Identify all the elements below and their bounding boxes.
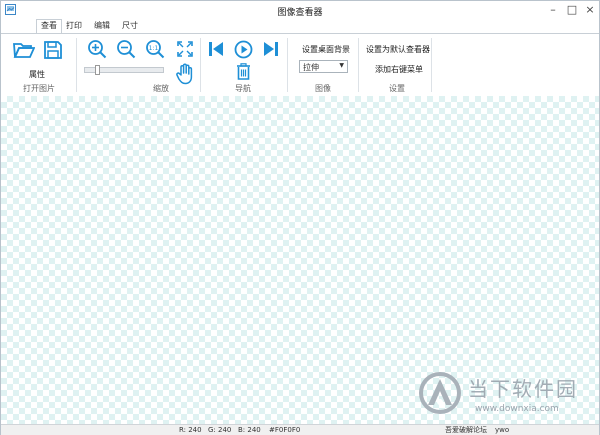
- add-context-menu-button[interactable]: 添加右键菜单: [375, 64, 423, 75]
- group-divider: [431, 38, 432, 92]
- status-red: R: 240: [179, 426, 202, 434]
- pan-hand-icon[interactable]: [175, 63, 195, 85]
- group-label-settings: 设置: [389, 84, 405, 93]
- previous-icon[interactable]: [208, 41, 224, 57]
- fit-screen-icon[interactable]: [177, 41, 193, 57]
- group-label-navigation: 导航: [235, 84, 251, 93]
- group-divider: [76, 38, 77, 92]
- save-icon[interactable]: [43, 40, 63, 60]
- window-title: 图像查看器: [277, 8, 323, 18]
- properties-button[interactable]: 属性: [29, 69, 45, 80]
- watermark-text: 当下软件园: [468, 377, 578, 401]
- delete-icon[interactable]: [236, 63, 251, 80]
- status-green: G: 240: [208, 426, 232, 434]
- watermark-logo-icon: [419, 372, 461, 414]
- group-label-image: 图像: [315, 84, 331, 93]
- close-button[interactable]: ×: [581, 1, 599, 19]
- set-wallpaper-button[interactable]: 设置桌面背景: [302, 44, 350, 55]
- status-blue: B: 240: [238, 426, 261, 434]
- status-hex: #F0F0F0: [269, 426, 301, 434]
- stretch-select[interactable]: 拉伸 ▼: [299, 60, 348, 73]
- actual-size-icon[interactable]: 1:1: [145, 39, 165, 59]
- chevron-down-icon: ▼: [339, 62, 344, 69]
- folder-open-icon[interactable]: [13, 41, 35, 59]
- maximize-button[interactable]: □: [563, 1, 581, 19]
- minimize-button[interactable]: –: [544, 1, 562, 19]
- set-default-viewer-button[interactable]: 设置为默认查看器: [366, 44, 430, 55]
- group-label-zoom: 缩放: [153, 84, 169, 93]
- tab-edit[interactable]: 编辑: [91, 20, 113, 33]
- group-divider: [358, 38, 359, 92]
- zoom-in-icon[interactable]: [87, 39, 107, 59]
- ribbon: 属性 打开图片 1:1 缩放 导航 设置桌面背景 拉伸 ▼ 图像 设置为默认查看…: [1, 33, 599, 97]
- group-label-open: 打开图片: [23, 84, 55, 93]
- next-icon[interactable]: [263, 41, 279, 57]
- group-divider: [287, 38, 288, 92]
- play-icon[interactable]: [234, 40, 253, 59]
- watermark-url: www.downxia.com: [475, 404, 559, 414]
- zoom-out-icon[interactable]: [116, 39, 136, 59]
- stretch-select-value: 拉伸: [303, 63, 319, 72]
- group-divider: [200, 38, 201, 92]
- app-window: 图像查看器 – □ × 查看 打印 编辑 尺寸 属性 打开图片 1:1 缩放 导…: [0, 0, 600, 435]
- tab-view[interactable]: 查看: [36, 19, 62, 34]
- tab-size[interactable]: 尺寸: [119, 20, 141, 33]
- title-bar: 图像查看器 – □ ×: [1, 1, 599, 20]
- status-user: ywo: [495, 426, 510, 434]
- svg-text:1:1: 1:1: [149, 45, 159, 52]
- zoom-slider-thumb[interactable]: [95, 65, 101, 75]
- status-bar: R: 240 G: 240 B: 240 #F0F0F0 吾爱破解论坛 ywo: [1, 424, 599, 435]
- tab-print[interactable]: 打印: [63, 20, 85, 33]
- status-forum: 吾爱破解论坛: [445, 426, 487, 434]
- ribbon-tabs: 查看 打印 编辑 尺寸: [1, 19, 599, 34]
